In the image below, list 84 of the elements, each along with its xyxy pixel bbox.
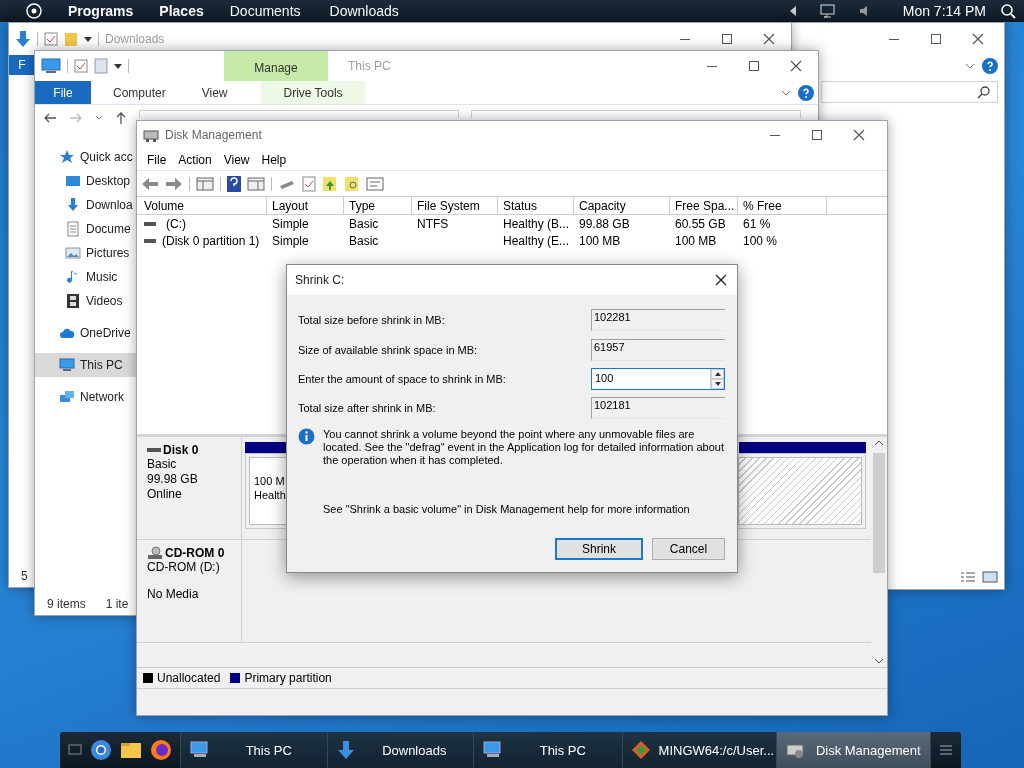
field-label: Total size after shrink in MB: bbox=[298, 401, 437, 414]
top-menu-item[interactable]: Programs bbox=[68, 3, 134, 19]
nav-item[interactable]: Videos bbox=[35, 289, 137, 313]
window-title: This PC bbox=[348, 59, 391, 73]
status-text: 5 bbox=[21, 569, 28, 583]
table-cell: Basic bbox=[349, 216, 379, 231]
taskbar-button[interactable]: Downloads bbox=[326, 732, 474, 768]
column-header[interactable]: Free Spa... bbox=[670, 197, 738, 214]
dialog-button[interactable]: Cancel bbox=[652, 538, 725, 560]
legend-label: Primary partition bbox=[244, 671, 332, 685]
table-cell: 100 MB bbox=[675, 233, 717, 248]
column-header[interactable]: Type bbox=[344, 197, 412, 214]
legend-label: Unallocated bbox=[157, 671, 221, 685]
disk-name: CD-ROM 0 bbox=[165, 546, 225, 560]
column-header[interactable]: Capacity bbox=[574, 197, 670, 214]
ribbon-tab[interactable]: View bbox=[179, 81, 250, 104]
readonly-field: 61957 bbox=[591, 338, 725, 361]
status-text: 1 ite bbox=[105, 597, 129, 611]
taskbar-button[interactable]: This PC bbox=[473, 732, 622, 768]
table-cell: Healthy (E... bbox=[503, 233, 570, 248]
field-label: Total size before shrink in MB: bbox=[298, 314, 446, 326]
column-header[interactable]: Volume bbox=[139, 197, 267, 214]
ribbon-tab[interactable]: File bbox=[35, 81, 91, 104]
dialog-button[interactable]: Shrink bbox=[555, 538, 643, 560]
field-label: Enter the amount of space to shrink in MB: bbox=[298, 372, 507, 385]
column-header[interactable]: File System bbox=[412, 197, 498, 214]
table-cell: Simple bbox=[272, 216, 309, 231]
top-menu-item[interactable]: Downloads bbox=[329, 3, 399, 19]
help-text: See "Shrink a basic volume" in Disk Management help for more information bbox=[323, 503, 691, 515]
partition-status: Health bbox=[254, 488, 286, 502]
clock: Mon 7:14 PM bbox=[902, 3, 986, 19]
field-label: Size of available shrink space in MB: bbox=[298, 343, 479, 356]
table-cell-text: (C:) bbox=[165, 216, 186, 231]
nav-item[interactable]: Pictures bbox=[35, 241, 137, 265]
info-text: You cannot shrink a volume beyond the point where any unmovable files are located. See the "defrag" event in the Application log for detailed information about the operation when it has completed. bbox=[323, 428, 725, 467]
window-title: Disk Management bbox=[165, 128, 262, 142]
table-cell: Simple bbox=[272, 233, 309, 248]
readonly-field: 102281 bbox=[591, 309, 725, 331]
status-text: 9 items bbox=[47, 597, 86, 611]
table-cell: 60.55 GB bbox=[675, 216, 726, 231]
top-menu-item[interactable]: Places bbox=[159, 3, 204, 19]
nav-item[interactable]: Downloa bbox=[35, 193, 137, 217]
nav-item[interactable]: Music bbox=[35, 265, 137, 289]
dialog-title: Shrink C: bbox=[295, 273, 345, 287]
table-cell: 100 % bbox=[743, 233, 778, 248]
menu-item[interactable]: Action bbox=[172, 152, 218, 167]
column-header[interactable]: Status bbox=[498, 197, 574, 214]
ribbon-tab[interactable]: Computer bbox=[91, 81, 180, 104]
nav-item[interactable]: This PC bbox=[35, 353, 137, 377]
spin-field[interactable]: 100 bbox=[591, 367, 725, 390]
disk-info: No Media bbox=[147, 587, 200, 602]
table-cell: 100 MB bbox=[579, 233, 621, 248]
table-cell: (Disk 0 partition 1) bbox=[162, 233, 260, 248]
column-header[interactable]: Layout bbox=[267, 197, 344, 214]
menu-item[interactable]: View bbox=[217, 152, 256, 167]
menu-item[interactable]: File bbox=[141, 152, 173, 167]
taskbar-button[interactable]: MINGW64:/c/User... bbox=[621, 732, 776, 768]
partition-box[interactable]: 100 M Health bbox=[249, 457, 287, 525]
disk-info: Online bbox=[147, 487, 183, 502]
disk-info: Basic bbox=[147, 457, 178, 472]
disk-info: CD-ROM (D:) bbox=[147, 560, 221, 575]
nav-item[interactable]: OneDrive bbox=[35, 321, 137, 345]
menu-item[interactable]: Help bbox=[255, 152, 293, 167]
window-title: Downloads bbox=[105, 32, 165, 46]
table-cell: NTFS bbox=[417, 216, 449, 231]
taskbar-button[interactable]: Disk Management bbox=[775, 732, 930, 768]
nav-item[interactable]: Desktop bbox=[35, 169, 137, 193]
nav-item[interactable]: Quick acc bbox=[35, 145, 137, 169]
top-menu-item[interactable]: Documents bbox=[229, 3, 301, 19]
ribbon-tab[interactable]: Drive Tools bbox=[261, 81, 365, 104]
column-header[interactable]: % Free bbox=[738, 197, 827, 214]
readonly-field: 102181 bbox=[591, 396, 725, 419]
table-cell: Healthy (B... bbox=[503, 216, 570, 231]
context-tab[interactable]: Manage bbox=[224, 51, 328, 81]
partition-size: 100 M bbox=[254, 474, 286, 488]
table-cell: 61 % bbox=[743, 216, 771, 231]
table-cell: Basic bbox=[349, 233, 379, 248]
ribbon-tab[interactable]: F bbox=[9, 55, 35, 75]
disk-info: 99.98 GB bbox=[147, 472, 199, 487]
taskbar-button[interactable]: This PC bbox=[180, 732, 327, 768]
disk-name: Disk 0 bbox=[163, 443, 199, 457]
table-cell: 99.88 GB bbox=[579, 216, 630, 231]
nav-item[interactable]: Docume bbox=[35, 217, 137, 241]
nav-item[interactable]: Network bbox=[35, 385, 137, 409]
